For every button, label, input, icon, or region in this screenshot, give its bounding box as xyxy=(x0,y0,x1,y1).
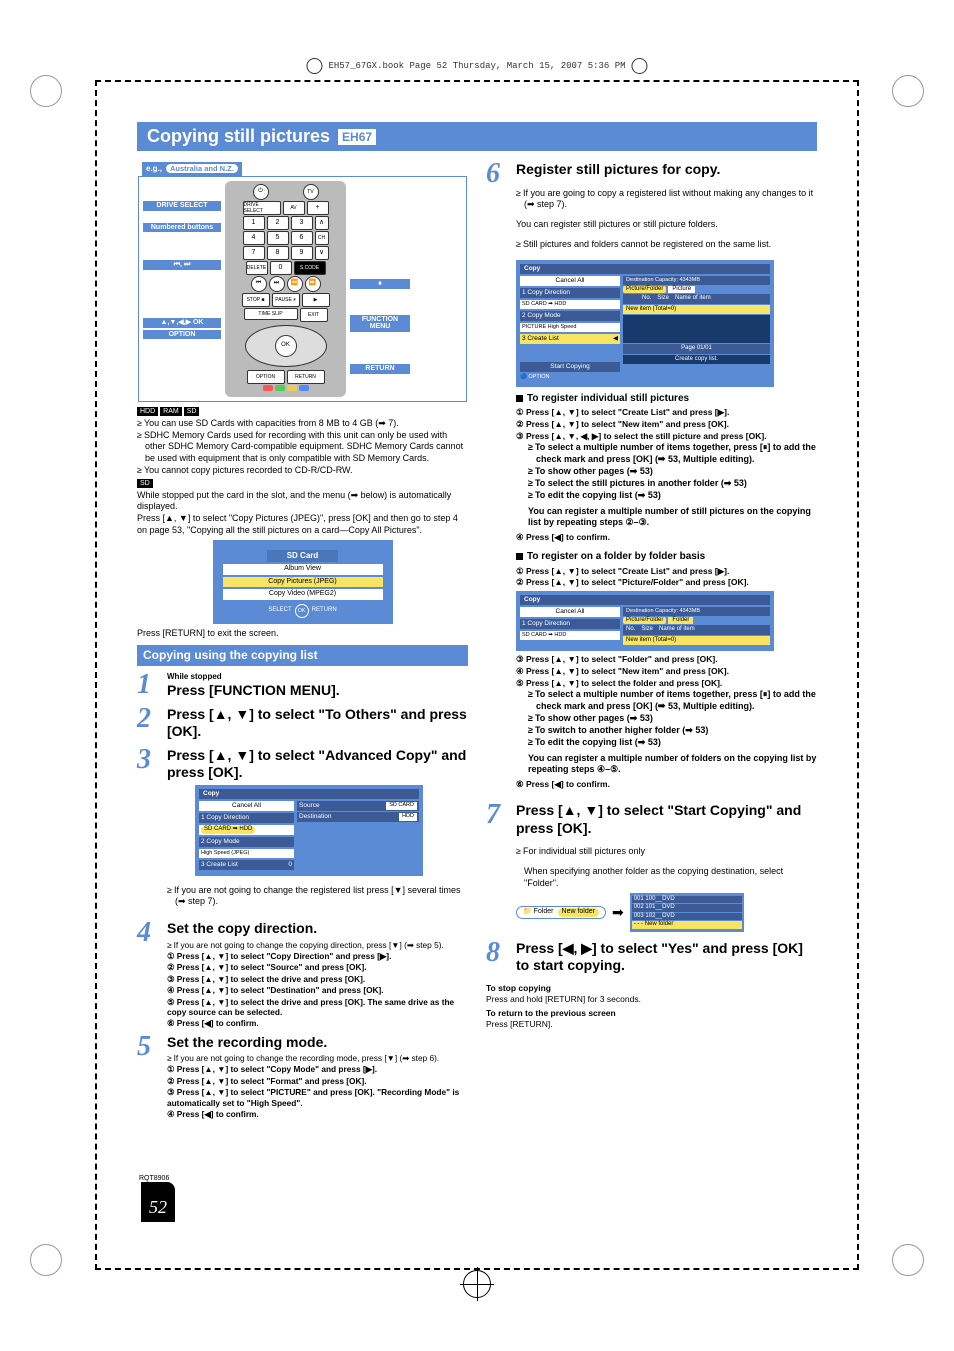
left-column: e.g.,Australia and N.Z. DRIVE SELECT Num… xyxy=(137,157,468,1124)
sd-tag: SD xyxy=(137,479,153,488)
remote-diagram: DRIVE SELECT Numbered buttons ⏮, ⏭ ▲,▼,◀… xyxy=(138,176,467,402)
page-title-bar: Copying still pictures EH67 xyxy=(137,122,817,151)
example-label: e.g.,Australia and N.Z. xyxy=(142,162,242,176)
folder-selector: 📁 Folder New folder ➡ 001 100__DVD 002 1… xyxy=(516,893,817,932)
rqt-code: RQT8906 xyxy=(139,1175,169,1182)
crop-frame: EH57_67GX.book Page 52 Thursday, March 1… xyxy=(0,0,954,1351)
running-head: EH57_67GX.book Page 52 Thursday, March 1… xyxy=(306,58,647,74)
copy-panel-3: Copy Cancel All 1 Copy Direction SD CARD… xyxy=(516,591,774,652)
page-number: 52 xyxy=(141,1182,175,1222)
registration-mark-icon xyxy=(463,1270,491,1298)
copying-list-header: Copying using the copying list xyxy=(137,645,468,666)
sd-card-menu: SD Card Album View Copy Pictures (JPEG) … xyxy=(213,540,393,624)
media-tags: HDDRAMSD xyxy=(137,405,468,417)
copy-panel-1: Copy Cancel All 1 Copy Direction SD CARD… xyxy=(195,785,423,876)
page: EH57_67GX.book Page 52 Thursday, March 1… xyxy=(95,80,859,1270)
right-column: 6 Register still pictures for copy. If y… xyxy=(486,157,817,1124)
remote-icon: ⏻TV DRIVE SELECTAV+ 123∧ 456CH 789∨ DELE… xyxy=(225,181,346,397)
page-title: Copying still pictures xyxy=(147,126,330,147)
copy-panel-2: Copy Cancel All 1 Copy Direction SD CARD… xyxy=(516,260,774,387)
model-badge: EH67 xyxy=(338,129,376,145)
